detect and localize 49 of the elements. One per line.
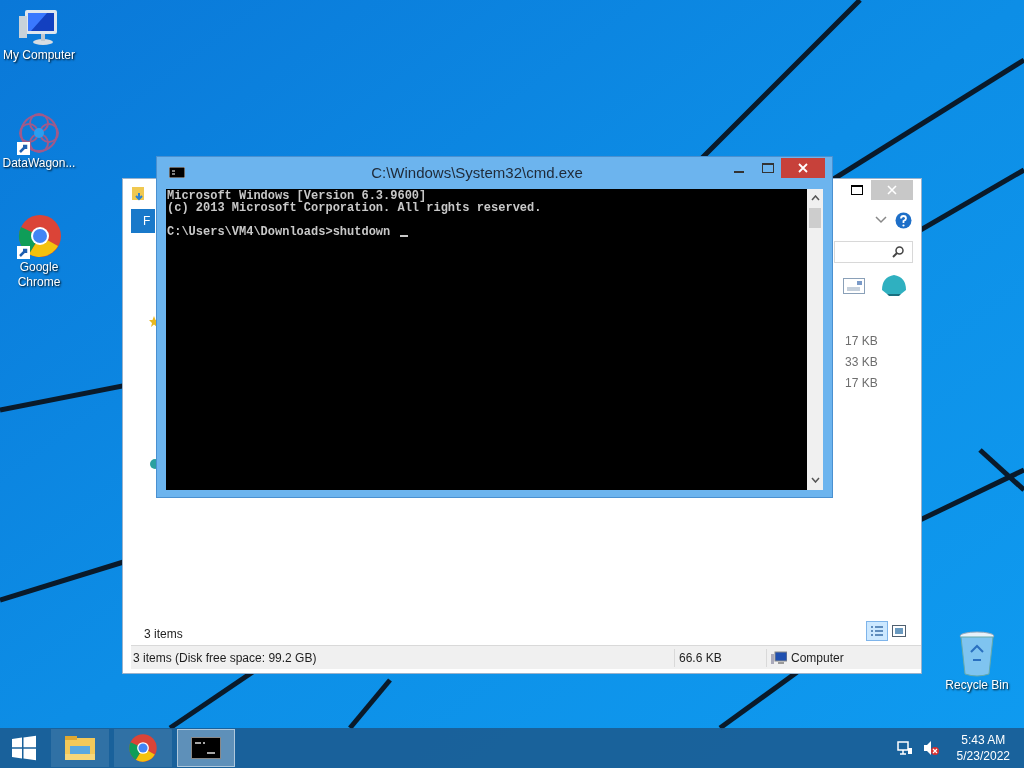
- file-size: 33 KB: [845, 354, 878, 371]
- search-icon[interactable]: [892, 246, 904, 258]
- icon-label[interactable]: Google Chrome: [0, 260, 78, 290]
- recycle-bin-icon: [957, 630, 997, 678]
- console-line: Microsoft Windows [Version 6.3.9600]: [167, 190, 427, 202]
- chrome-taskbar-button[interactable]: [114, 729, 172, 767]
- help-icon[interactable]: [895, 212, 912, 229]
- flower-icon: [16, 110, 62, 156]
- console-line: (c) 2013 Microsoft Corporation. All rights reserved.: [167, 202, 543, 214]
- scroll-thumb[interactable]: [809, 208, 821, 228]
- minimize-icon[interactable]: [734, 171, 744, 174]
- maximize-icon[interactable]: [851, 185, 863, 195]
- console-icon: [169, 167, 185, 178]
- file-size: 17 KB: [845, 333, 878, 350]
- clock-time[interactable]: 5:43 AM: [961, 732, 1006, 748]
- console-taskbar-button[interactable]: [177, 729, 235, 767]
- muted-speaker-icon[interactable]: [922, 740, 939, 756]
- ribbon-tab[interactable]: F: [131, 209, 155, 233]
- window-title: C:\Windows\System32\cmd.exe: [370, 164, 584, 182]
- chevron-down-icon[interactable]: [875, 216, 887, 224]
- chrome-icon: [16, 214, 62, 260]
- folder-icon: [131, 185, 147, 201]
- folder-icon[interactable]: [64, 734, 96, 762]
- console-line: C:\Users\VM4\Downloads>shutdown: [167, 226, 391, 238]
- file-explorer-taskbar-button[interactable]: [51, 729, 109, 767]
- shell-icon[interactable]: [881, 274, 907, 296]
- start-icon[interactable]: [11, 735, 37, 761]
- icon-label[interactable]: DataWagon...: [2, 156, 76, 171]
- file-size: 17 KB: [845, 375, 878, 392]
- network-icon[interactable]: [896, 740, 913, 756]
- scroll-up-icon[interactable]: [811, 195, 820, 201]
- icon-label[interactable]: My Computer: [3, 48, 75, 63]
- clock-date[interactable]: 5/23/2022: [956, 748, 1010, 764]
- preview-pane-icon[interactable]: [843, 278, 865, 294]
- scroll-down-icon[interactable]: [811, 477, 820, 483]
- icon-label[interactable]: Recycle Bin: [945, 678, 1009, 693]
- maximize-icon[interactable]: [762, 163, 774, 173]
- cursor: [400, 235, 409, 237]
- close-button[interactable]: [781, 158, 825, 178]
- scrollbar[interactable]: [807, 189, 823, 490]
- close-icon[interactable]: [798, 163, 808, 173]
- status-text: Computer: [791, 649, 844, 667]
- search-field[interactable]: [834, 241, 913, 263]
- console-icon[interactable]: [191, 737, 221, 759]
- chrome-icon[interactable]: [128, 733, 158, 763]
- status-text: 3 items (Disk free space: 99.2 GB): [131, 648, 675, 667]
- status-text: 66.6 KB: [675, 648, 767, 667]
- item-count: 3 items: [144, 626, 183, 643]
- computer-icon: [771, 650, 787, 665]
